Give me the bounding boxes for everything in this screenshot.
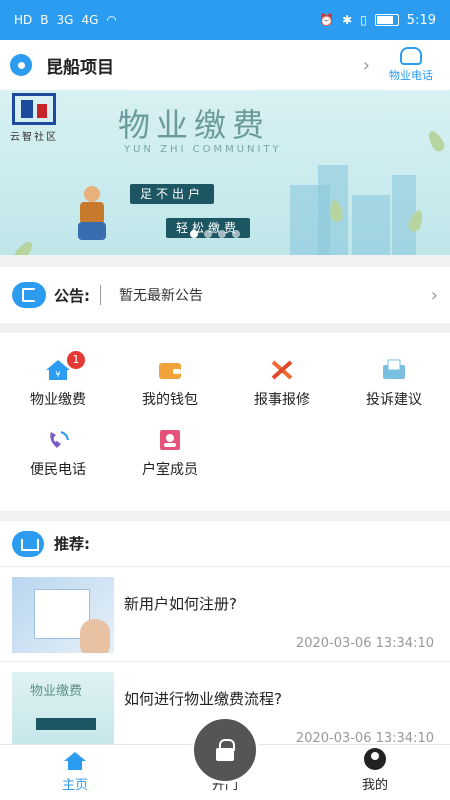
article-item[interactable]: 新用户如何注册? 2020-03-06 13:34:10 [0,567,450,662]
property-phone-button[interactable]: 物业电话 [382,47,440,83]
action-label: 物业缴费 [30,392,86,408]
article-title: 新用户如何注册? [124,595,237,613]
leaf-decoration [12,238,36,255]
wallet-icon [157,359,183,381]
network-hd-label: HD [14,13,33,27]
crown-icon [12,530,44,557]
leaf-decoration [425,128,447,154]
top-bar: 昆船项目 › 物业电话 [0,40,450,90]
divider [100,285,101,305]
network-b-label: B [40,13,49,27]
status-bar: HD B 3G 4G ◠ ⏰ ✱ ▯ 5:19 [0,0,450,40]
building-illustration [352,195,390,255]
article-thumbnail: 物业缴费 [12,672,114,744]
phone-icon [400,47,422,65]
alarm-icon: ⏰ [319,13,335,27]
lock-icon [215,739,235,761]
tab-mine-label: 我的 [361,778,388,793]
member-icon [157,429,183,451]
tab-mine[interactable]: 我的 [325,745,425,800]
announcement-label: 公告: [54,286,90,305]
logo-text: 云智社区 [10,132,58,143]
action-property-fee[interactable]: ¥ 1 物业缴费 [2,351,114,409]
svg-text:¥: ¥ [55,370,60,379]
action-label: 投诉建议 [366,392,422,408]
phone-icon [45,429,71,451]
tab-home[interactable]: 主页 [25,745,125,800]
chevron-right-icon[interactable]: › [431,285,438,306]
action-repair[interactable]: 报事报修 [226,359,338,409]
article-time: 2020-03-06 13:34:10 [295,636,434,651]
action-household-members[interactable]: 户室成员 [114,429,226,479]
action-complaint[interactable]: 投诉建议 [338,359,450,409]
action-label: 便民电话 [30,462,86,478]
carousel-dot[interactable] [190,230,198,238]
banner-tag-1: 足不出户 [130,184,215,204]
user-icon [364,748,386,770]
announcement-bar[interactable]: 公告: 暂无最新公告 › [0,267,450,323]
signal-4g-label: 4G [81,13,99,27]
speaker-icon [12,282,46,308]
banner-title: 物业缴费 [118,106,271,144]
tools-icon [269,359,295,381]
wifi-icon: ◠ [106,13,117,27]
announcement-text: 暂无最新公告 [119,288,203,304]
signal-3g-label: 3G [56,13,74,27]
vibrate-icon: ▯ [360,13,367,27]
jumping-person-illustration [70,186,114,246]
home-icon [64,752,86,770]
community-logo [12,93,56,125]
banner-subtitle: YUN ZHI COMMUNITY [124,144,282,155]
open-door-button[interactable] [191,716,259,784]
article-thumbnail [12,577,114,653]
complaint-icon [381,359,407,381]
recommend-header: 推荐: [0,521,450,567]
project-selector[interactable]: 昆船项目 [46,53,114,78]
article-time: 2020-03-06 13:34:10 [295,731,434,744]
status-time: 5:19 [406,12,436,28]
action-service-phone[interactable]: 便民电话 [2,429,114,479]
quick-action-grid: ¥ 1 物业缴费 我的钱包 报事报修 投诉建议 便民电话 户室成员 [0,333,450,511]
thumbnail-title: 物业缴费 [30,684,83,699]
notification-badge: 1 [67,351,85,369]
promo-banner[interactable]: 云智社区 物业缴费 YUN ZHI COMMUNITY 足不出户 轻松缴费 [0,90,450,255]
action-label: 户室成员 [142,462,198,478]
location-icon [10,54,32,76]
recommend-title: 推荐: [54,535,90,553]
bluetooth-icon: ✱ [342,13,353,27]
carousel-dot[interactable] [232,230,240,238]
tab-home-label: 主页 [61,778,88,793]
carousel-indicator [190,230,240,238]
action-wallet[interactable]: 我的钱包 [114,359,226,409]
property-phone-label: 物业电话 [389,69,433,82]
recommend-section: 推荐: 新用户如何注册? 2020-03-06 13:34:10 物业缴费 如何… [0,521,450,744]
carousel-dot[interactable] [218,230,226,238]
action-label: 我的钱包 [142,392,198,408]
battery-icon [374,14,399,26]
house-yen-icon: ¥ 1 [45,351,85,381]
carousel-dot[interactable] [204,230,212,238]
action-label: 报事报修 [254,392,310,408]
chevron-right-icon[interactable]: › [363,55,370,76]
